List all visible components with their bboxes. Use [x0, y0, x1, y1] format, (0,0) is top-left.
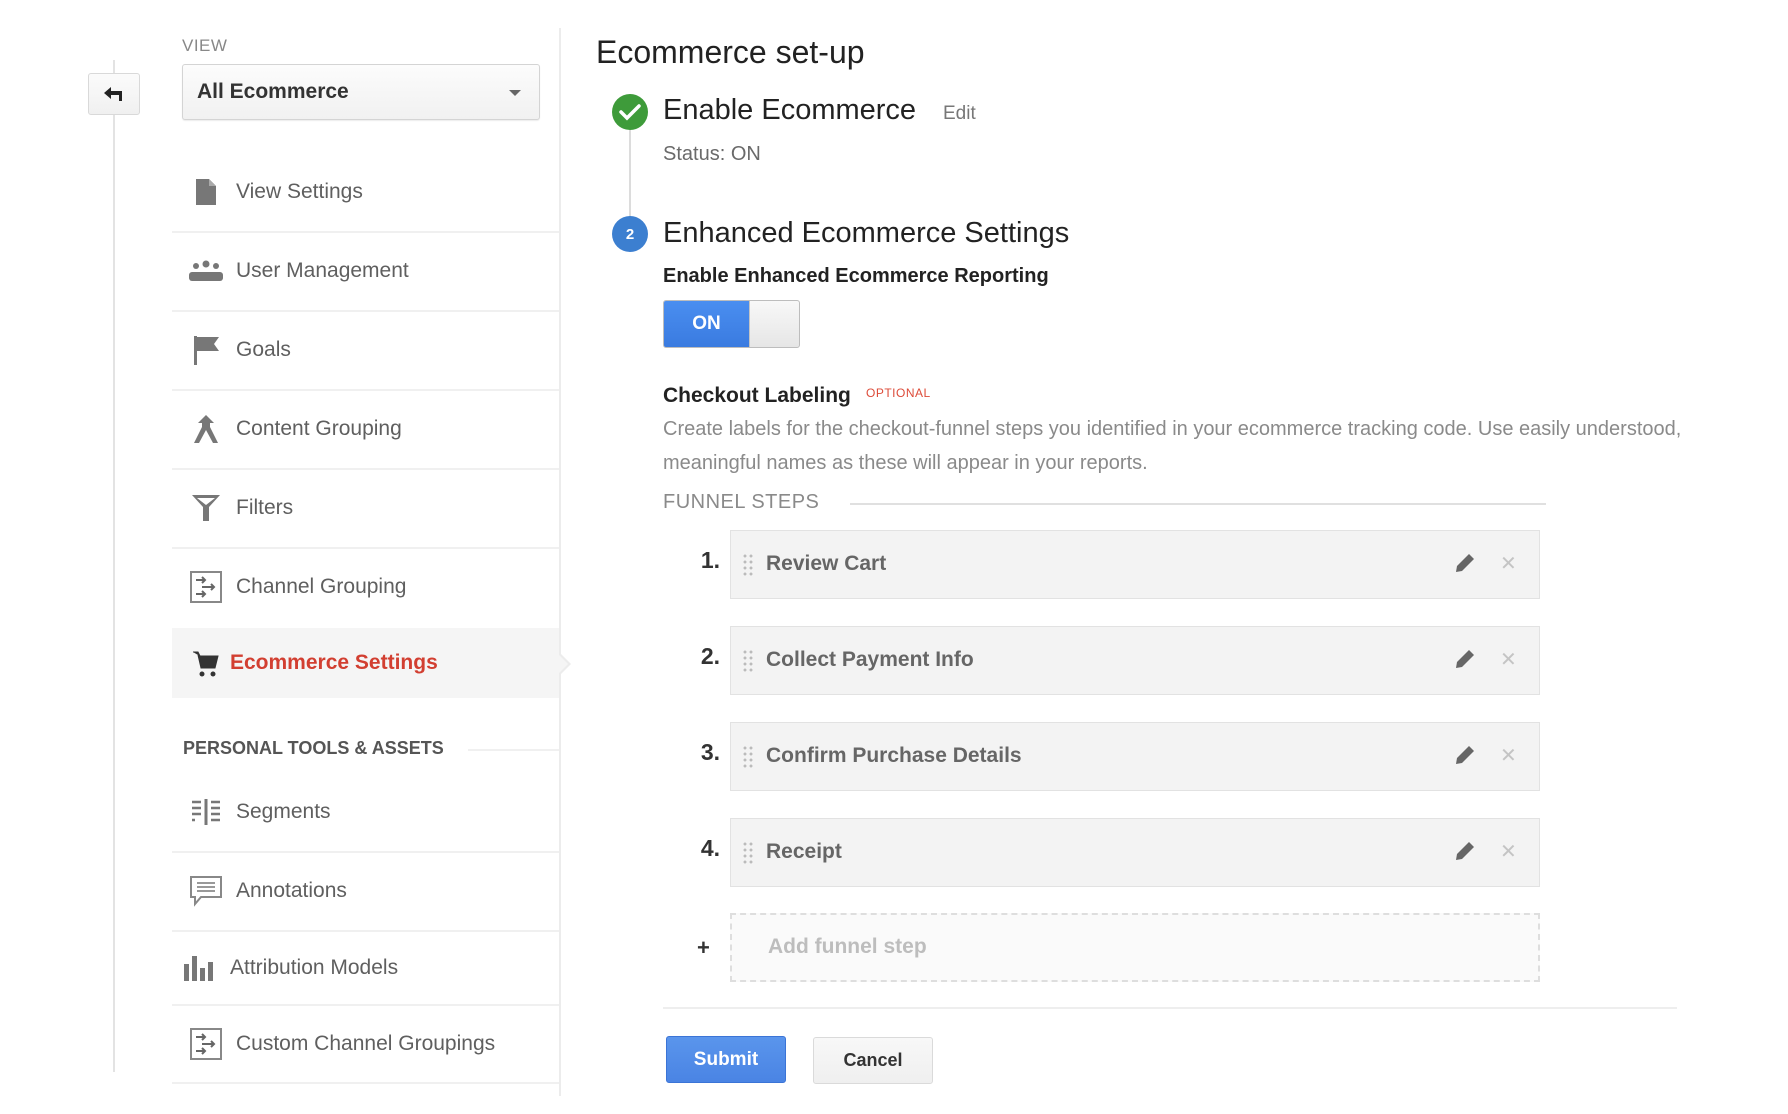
funnel-step-number: 2. — [700, 643, 720, 669]
sidebar-item-view-settings[interactable]: View Settings — [172, 153, 559, 231]
step1-title: Enable Ecommerce — [663, 94, 917, 126]
sidebar-item-label: Annotations — [236, 879, 347, 902]
sidebar-border — [559, 28, 561, 1096]
merge-icon — [186, 412, 226, 446]
check-icon — [619, 104, 641, 121]
annotation-icon — [186, 874, 226, 908]
divider — [468, 749, 559, 751]
close-icon[interactable]: ✕ — [1500, 743, 1517, 768]
pencil-icon[interactable] — [1453, 743, 1477, 772]
funnel-step-name[interactable]: Receipt — [766, 840, 842, 864]
enable-reporting-label: Enable Enhanced Ecommerce Reporting — [663, 265, 1049, 287]
close-icon[interactable]: ✕ — [1500, 551, 1517, 576]
navigation-rail — [113, 60, 115, 1072]
funnel-step-number: 3. — [700, 739, 720, 765]
cancel-button[interactable]: Cancel — [813, 1037, 933, 1084]
sidebar-item-label: Channel Grouping — [236, 575, 407, 598]
add-funnel-step-placeholder: Add funnel step — [768, 935, 927, 958]
sidebar-item-label: View Settings — [236, 180, 363, 203]
funnel-step-row[interactable]: Receipt ✕ — [730, 818, 1540, 887]
drag-handle-icon[interactable] — [742, 745, 754, 769]
drag-handle-icon[interactable] — [742, 649, 754, 673]
step-number-badge: 2 — [612, 216, 648, 252]
view-label: VIEW — [182, 36, 228, 55]
sidebar-item-ecommerce-settings[interactable]: Ecommerce Settings — [172, 628, 559, 698]
funnel-step-row[interactable]: Confirm Purchase Details ✕ — [730, 722, 1540, 791]
channel-grouping-icon — [186, 1027, 226, 1061]
back-button[interactable] — [88, 73, 140, 115]
submit-button[interactable]: Submit — [666, 1036, 786, 1083]
sidebar-item-channel-grouping[interactable]: Channel Grouping — [172, 548, 559, 626]
active-indicator-notch-inner — [558, 654, 568, 674]
plus-icon: + — [697, 935, 710, 960]
toggle-on-label: ON — [664, 301, 749, 347]
step2-title: Enhanced Ecommerce Settings — [663, 217, 1070, 249]
funnel-step-row[interactable]: Review Cart ✕ — [730, 530, 1540, 599]
funnel-steps-label: FUNNEL STEPS — [663, 491, 820, 513]
sidebar-item-segments[interactable]: Segments — [172, 773, 559, 851]
cart-icon — [186, 646, 226, 680]
sidebar-item-label: Ecommerce Settings — [230, 651, 438, 674]
segments-icon — [186, 795, 226, 829]
optional-badge: OPTIONAL — [866, 386, 931, 400]
sidebar-item-label: Custom Channel Groupings — [236, 1032, 496, 1055]
pencil-icon[interactable] — [1453, 551, 1477, 580]
sidebar-item-label: Segments — [236, 800, 331, 823]
section-header-personal-tools: PERSONAL TOOLS & ASSETS — [183, 738, 444, 758]
funnel-step-row[interactable]: Collect Payment Info ✕ — [730, 626, 1540, 695]
toggle-knob — [749, 301, 799, 347]
status-text: Status: ON — [663, 143, 761, 165]
funnel-step-number: 1. — [700, 547, 720, 573]
sidebar-item-label: Goals — [236, 338, 291, 361]
filter-icon — [186, 491, 226, 525]
divider — [172, 1082, 559, 1084]
sidebar-item-attribution-models[interactable]: Attribution Models — [172, 930, 559, 1006]
pencil-icon[interactable] — [1453, 839, 1477, 868]
flag-icon — [186, 333, 226, 367]
sidebar-item-annotations[interactable]: Annotations — [172, 852, 559, 930]
view-dropdown-value: All Ecommerce — [197, 80, 349, 103]
enhanced-ecommerce-toggle[interactable]: ON — [663, 300, 800, 348]
sidebar-item-label: Filters — [236, 496, 294, 519]
bar-chart-icon — [180, 951, 220, 985]
sidebar-item-label: Attribution Models — [230, 956, 399, 979]
funnel-step-number: 4. — [700, 835, 720, 861]
step-connector — [629, 130, 631, 218]
close-icon[interactable]: ✕ — [1500, 647, 1517, 672]
step-complete-badge — [612, 94, 648, 130]
funnel-step-name[interactable]: Collect Payment Info — [766, 648, 974, 672]
sidebar-item-user-management[interactable]: User Management — [172, 232, 559, 310]
sidebar-item-custom-channel-groupings[interactable]: Custom Channel Groupings — [172, 1005, 559, 1083]
document-icon — [186, 175, 226, 209]
pencil-icon[interactable] — [1453, 647, 1477, 676]
checkout-labeling-heading: Checkout Labeling — [663, 384, 851, 407]
sidebar-item-content-grouping[interactable]: Content Grouping — [172, 390, 559, 468]
funnel-step-name[interactable]: Confirm Purchase Details — [766, 744, 1022, 768]
sidebar-item-goals[interactable]: Goals — [172, 311, 559, 389]
divider — [663, 1007, 1677, 1009]
add-funnel-step-input[interactable]: Add funnel step — [730, 913, 1540, 982]
drag-handle-icon[interactable] — [742, 841, 754, 865]
divider — [850, 503, 1546, 505]
sidebar-item-filters[interactable]: Filters — [172, 469, 559, 547]
view-dropdown[interactable]: All Ecommerce — [182, 64, 540, 120]
channel-grouping-icon — [186, 570, 226, 604]
sidebar-item-label: Content Grouping — [236, 417, 402, 440]
users-icon — [186, 254, 226, 288]
sidebar-item-label: User Management — [236, 259, 409, 282]
chevron-down-icon — [509, 90, 521, 96]
checkout-description: Create labels for the checkout-funnel st… — [663, 418, 1682, 474]
drag-handle-icon[interactable] — [742, 553, 754, 577]
back-arrow-icon — [104, 87, 122, 101]
edit-link[interactable]: Edit — [943, 103, 976, 125]
close-icon[interactable]: ✕ — [1500, 839, 1517, 864]
funnel-step-name[interactable]: Review Cart — [766, 552, 886, 576]
page-title: Ecommerce set-up — [596, 34, 865, 70]
